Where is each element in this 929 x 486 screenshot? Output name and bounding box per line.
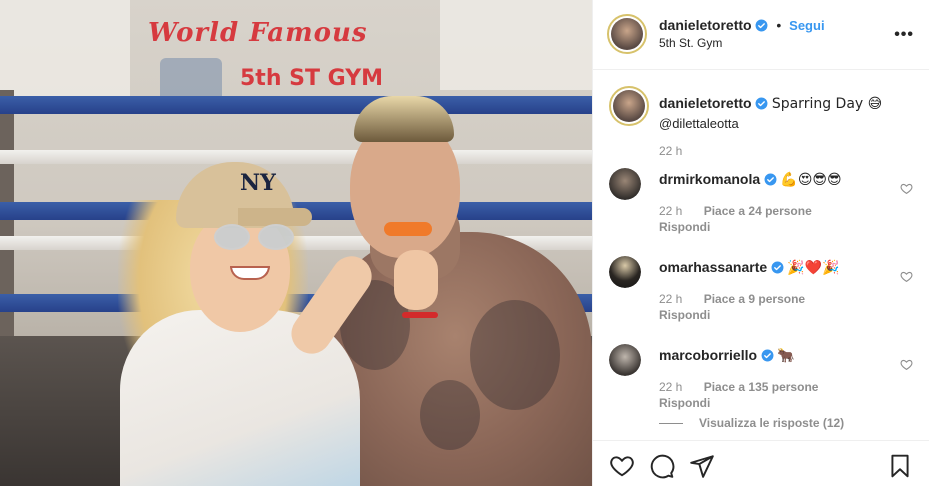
instagram-post: World Famous 5th ST GYM NY danieletorett… (0, 0, 929, 486)
commenter-avatar[interactable] (609, 256, 641, 288)
post-header: danieletoretto • Segui 5th St. Gym ••• (593, 0, 929, 70)
post-photo[interactable]: World Famous 5th ST GYM NY (0, 0, 592, 486)
reply-button[interactable]: Rispondi (659, 220, 710, 234)
comment-username[interactable]: marcoborriello (659, 347, 757, 363)
author-username[interactable]: danieletoretto (659, 17, 752, 33)
ring-rope (0, 150, 592, 164)
comment-time[interactable]: 22 h (659, 292, 682, 306)
verified-icon (771, 261, 784, 279)
comment-likes[interactable]: Piace a 135 persone (704, 380, 819, 394)
cap-logo: NY (240, 170, 276, 196)
action-bar (593, 440, 929, 486)
separator-dot: • (776, 17, 782, 33)
bookmark-icon[interactable] (887, 453, 913, 479)
post-side-panel: danieletoretto • Segui 5th St. Gym ••• d… (592, 0, 929, 486)
comment-body: 💪😍😎😎 (780, 172, 842, 188)
comment-likes[interactable]: Piace a 24 persone (704, 204, 812, 218)
commenter-avatar[interactable] (609, 344, 641, 376)
comment-item: drmirkomanola 💪😍😎😎 22 h Piace a 24 perso… (609, 168, 914, 238)
comment-text: omarhassanarte 🎉❤️🎉 (659, 258, 909, 279)
window (440, 0, 592, 90)
ring-rope (0, 96, 592, 114)
comment-time[interactable]: 22 h (659, 204, 682, 218)
caption-time[interactable]: 22 h (659, 144, 682, 158)
comment-item: omarhassanarte 🎉❤️🎉 22 h Piace a 9 perso… (609, 256, 914, 326)
replies-divider (659, 423, 683, 425)
caption: danieletoretto Sparring Day 😅 @dilettale… (609, 86, 914, 158)
verified-icon (761, 349, 774, 367)
tattoo (470, 300, 560, 410)
caption-text: danieletoretto Sparring Day 😅 @dilettale… (659, 94, 909, 133)
caption-mention[interactable]: @dilettaleotta (659, 116, 739, 131)
follow-button[interactable]: Segui (789, 18, 824, 33)
comment-icon[interactable] (649, 453, 675, 479)
comment-username[interactable]: drmirkomanola (659, 171, 760, 187)
more-icon[interactable]: ••• (894, 26, 914, 44)
heart-icon[interactable] (609, 453, 635, 479)
location-link[interactable]: 5th St. Gym (659, 36, 722, 50)
comment-body: 🎉❤️🎉 (787, 260, 840, 276)
heart-icon[interactable] (900, 182, 914, 196)
comment-meta: 22 h Piace a 9 persone (659, 292, 805, 306)
gym-sign-title: World Famous (148, 18, 368, 48)
comment-text: drmirkomanola 💪😍😎😎 (659, 170, 909, 191)
share-icon[interactable] (689, 453, 715, 479)
comment-body: 🐂 (777, 348, 795, 364)
author-avatar[interactable] (607, 14, 647, 54)
author-avatar[interactable] (609, 86, 649, 126)
comment-item: marcoborriello 🐂 22 h Piace a 135 person… (609, 344, 914, 414)
view-replies-label: Visualizza le risposte (12) (699, 416, 845, 430)
comment-text: marcoborriello 🐂 (659, 346, 909, 367)
sunglasses (214, 224, 298, 250)
view-replies-button[interactable]: Visualizza le risposte (12) (659, 416, 844, 430)
commenter-avatar[interactable] (609, 168, 641, 200)
heart-icon[interactable] (900, 358, 914, 372)
comment-likes[interactable]: Piace a 9 persone (704, 292, 805, 306)
verified-icon (755, 97, 768, 115)
gym-sign-subtitle: 5th ST GYM (240, 66, 384, 91)
tattoo (420, 380, 480, 450)
comment-meta: 22 h Piace a 24 persone (659, 204, 812, 218)
mouthguard (384, 222, 432, 236)
verified-icon (764, 173, 777, 191)
comment-meta: 22 h Piace a 135 persone (659, 380, 818, 394)
heart-icon[interactable] (900, 270, 914, 284)
reply-button[interactable]: Rispondi (659, 396, 710, 410)
caption-body: Sparring Day 😅 (771, 96, 883, 112)
woman-hand (394, 250, 438, 310)
red-bracelet (402, 312, 438, 318)
window (0, 0, 130, 100)
verified-icon (755, 19, 768, 35)
gym-sign: World Famous 5th ST GYM (140, 14, 430, 104)
comment-username[interactable]: omarhassanarte (659, 259, 767, 275)
comment-time[interactable]: 22 h (659, 380, 682, 394)
reply-button[interactable]: Rispondi (659, 308, 710, 322)
caption-username[interactable]: danieletoretto (659, 95, 752, 111)
